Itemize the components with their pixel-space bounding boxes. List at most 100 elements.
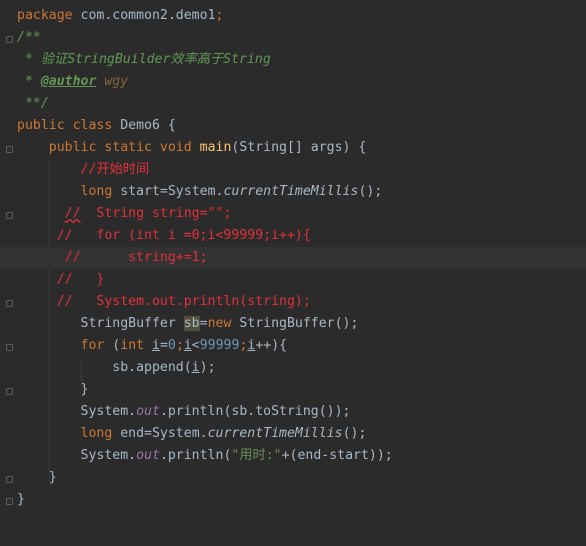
code-line[interactable]: long start=System.currentTimeMillis(); — [17, 181, 586, 203]
code-line[interactable]: public static void main(String[] args) { — [17, 137, 586, 159]
code-token: = — [199, 316, 208, 331]
code-token: currentTimeMillis — [223, 184, 359, 199]
code-line[interactable]: System.out.println(sb.toString()); — [17, 401, 586, 423]
code-token: ; — [175, 338, 184, 353]
code-line[interactable]: // String string=""; — [17, 203, 586, 225]
code-token: * — [17, 74, 41, 89]
code-token: i — [191, 360, 200, 375]
code-token: StringBuffer(); — [239, 316, 359, 331]
code-token: i — [152, 338, 160, 353]
code-token: 0 — [167, 338, 176, 353]
code-line[interactable]: //开始时间 — [17, 159, 586, 181]
code-token: ++){ — [255, 338, 288, 353]
code-token: start=System. — [120, 184, 224, 199]
code-token: } — [17, 382, 89, 397]
code-token: wgy — [96, 74, 129, 89]
code-line[interactable]: for (int i=0;i<99999;i++){ — [17, 335, 586, 357]
code-line[interactable]: } — [17, 467, 586, 489]
code-token: StringBuffer — [17, 316, 184, 331]
code-token: com.common2.demo1 — [80, 8, 216, 23]
code-token: 99999 — [199, 338, 240, 353]
fold-marker-icon[interactable] — [6, 36, 13, 43]
code-line[interactable]: long end=System.currentTimeMillis(); — [17, 423, 586, 445]
code-token: long — [80, 426, 121, 441]
code-line[interactable]: // string+=1; — [0, 247, 586, 269]
code-token: "用时:" — [231, 448, 282, 463]
code-token: /** — [17, 30, 41, 45]
editor-gutter — [0, 0, 14, 546]
code-line[interactable]: } — [17, 379, 586, 401]
code-token: (); — [342, 426, 367, 441]
code-token: //开始时间 — [80, 162, 150, 177]
code-line[interactable]: /** — [17, 27, 586, 49]
code-editor[interactable]: package com.common2.demo1; /** * 验证String… — [0, 5, 586, 511]
code-token: // System.out.println(string); — [56, 294, 311, 309]
code-line[interactable]: package com.common2.demo1; — [17, 5, 586, 27]
code-line[interactable]: } — [17, 489, 586, 511]
code-token: } — [17, 470, 57, 485]
code-token: // } — [56, 272, 105, 287]
fold-marker-icon[interactable] — [6, 344, 13, 351]
code-token: * 验证StringBuilder效率高于String — [17, 52, 271, 67]
code-token: package — [17, 8, 81, 23]
code-token: // for (int i =0;i<99999;i++){ — [56, 228, 311, 243]
code-token: // — [64, 206, 81, 221]
code-token: } — [17, 492, 25, 507]
code-line[interactable]: // } — [17, 269, 586, 291]
code-token: sb.append( — [17, 360, 192, 375]
code-token: = — [159, 338, 168, 353]
code-token: Demo6 { — [120, 118, 176, 133]
code-token: out — [136, 448, 160, 463]
code-line[interactable]: **/ — [17, 93, 586, 115]
fold-marker-icon[interactable] — [6, 388, 13, 395]
code-line[interactable]: sb.append(i); — [17, 357, 586, 379]
code-token: ; — [215, 8, 224, 23]
code-line[interactable]: * @author wgy — [17, 71, 586, 93]
code-line[interactable]: // for (int i =0;i<99999;i++){ — [17, 225, 586, 247]
code-token: new — [207, 316, 240, 331]
code-token: main — [199, 140, 232, 155]
fold-marker-icon[interactable] — [6, 300, 13, 307]
code-token: for — [80, 338, 113, 353]
code-token: < — [191, 338, 200, 353]
code-line[interactable]: System.out.println("用时:"+(end-start)); — [17, 445, 586, 467]
code-token: .println( — [159, 448, 232, 463]
code-token: (); — [358, 184, 383, 199]
code-line[interactable]: StringBuffer sb=new StringBuffer(); — [17, 313, 586, 335]
fold-marker-icon[interactable] — [6, 498, 13, 505]
code-token: i — [183, 338, 192, 353]
code-token: **/ — [17, 96, 49, 111]
code-token: public static void — [48, 140, 200, 155]
fold-marker-icon[interactable] — [6, 476, 13, 483]
code-token: long — [80, 184, 121, 199]
code-token: sb — [183, 316, 200, 331]
code-token: (String[] args) { — [231, 140, 367, 155]
code-token: out — [136, 404, 160, 419]
code-token: int — [120, 338, 153, 353]
code-line[interactable]: // System.out.println(string); — [17, 291, 586, 313]
code-token: .println(sb.toString()); — [159, 404, 351, 419]
code-token: @author — [40, 74, 97, 89]
code-token: System. — [17, 448, 137, 463]
fold-marker-icon[interactable] — [6, 212, 13, 219]
code-token: String string=""; — [80, 206, 232, 221]
code-token: public class — [17, 118, 121, 133]
code-line[interactable]: * 验证StringBuilder效率高于String — [17, 49, 586, 71]
code-token: ); — [199, 360, 216, 375]
code-token: +(end-start)); — [281, 448, 393, 463]
fold-marker-icon[interactable] — [6, 146, 13, 153]
code-token: // string+=1; — [64, 250, 208, 265]
code-token: end=System. — [120, 426, 208, 441]
code-token: currentTimeMillis — [207, 426, 343, 441]
code-line[interactable]: public class Demo6 { — [17, 115, 586, 137]
